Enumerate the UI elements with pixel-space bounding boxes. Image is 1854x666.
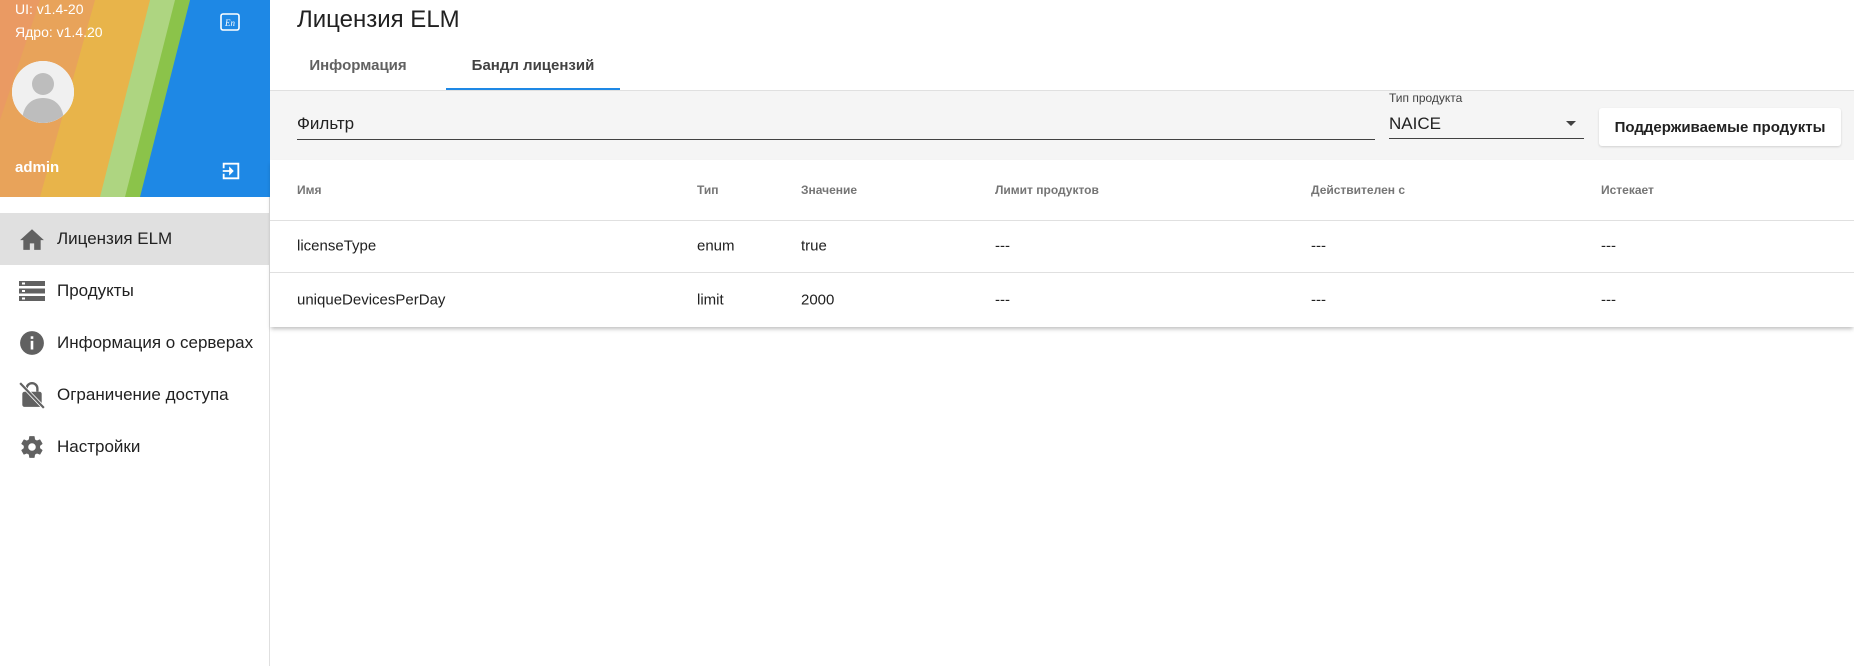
cell-type: enum	[697, 237, 735, 255]
core-version: Ядро: v1.4.20	[15, 24, 103, 40]
user-avatar-icon	[12, 61, 74, 123]
sidebar-item-label: Продукты	[57, 281, 134, 300]
language-button[interactable]: En	[219, 11, 241, 33]
table-row[interactable]: licenseType enum true --- --- ---	[270, 220, 1854, 273]
cell-value: 2000	[801, 291, 835, 308]
main-content: Лицензия ELM Информация Бандл лицензий Т…	[270, 0, 1854, 666]
logout-button[interactable]	[218, 158, 244, 184]
cell-expires: ---	[1601, 237, 1616, 255]
cell-expires: ---	[1601, 291, 1616, 308]
column-header-expires[interactable]: Истекает	[1601, 183, 1654, 197]
gear-icon	[18, 433, 46, 461]
sidebar-item-label: Информация о серверах	[57, 333, 254, 352]
dropdown-arrow-icon	[1566, 121, 1576, 126]
sidebar: UI: v1.4-20 Ядро: v1.4.20 En admin Лицен…	[0, 0, 270, 666]
sidebar-item-label: Лицензия ELM	[57, 229, 173, 248]
cell-type: limit	[697, 291, 724, 308]
cell-name: licenseType	[297, 237, 377, 255]
tab-license-bundle[interactable]: Бандл лицензий	[446, 42, 620, 90]
home-icon	[18, 225, 46, 253]
filter-bar: Тип продукта NAICE Поддерживаемые продук…	[270, 90, 1854, 161]
cell-name: uniqueDevicesPerDay	[297, 291, 446, 308]
column-header-value[interactable]: Значение	[801, 183, 857, 197]
cell-valid-from: ---	[1311, 291, 1326, 308]
list-icon	[18, 277, 46, 305]
cell-value: true	[801, 237, 827, 255]
table-header-row: Имя Тип Значение Лимит продуктов Действи…	[270, 160, 1854, 221]
page-title: Лицензия ELM	[297, 6, 460, 33]
cell-valid-from: ---	[1311, 237, 1326, 255]
language-icon-text: En	[224, 18, 235, 28]
info-icon	[18, 329, 46, 357]
sidebar-nav: Лицензия ELM Продукты Информация о серве…	[0, 213, 269, 473]
cell-product-limit: ---	[995, 291, 1010, 308]
profile-header: UI: v1.4-20 Ядро: v1.4.20 En admin	[0, 0, 270, 197]
sidebar-item-access-restriction[interactable]: Ограничение доступа	[0, 369, 269, 421]
supported-products-button[interactable]: Поддерживаемые продукты	[1599, 108, 1841, 146]
lock-off-icon	[18, 381, 46, 409]
product-type-label: Тип продукта	[1389, 91, 1463, 105]
sidebar-item-label: Настройки	[57, 437, 141, 456]
sidebar-item-products[interactable]: Продукты	[0, 265, 269, 317]
sidebar-item-label: Ограничение доступа	[57, 385, 229, 404]
column-header-name[interactable]: Имя	[297, 183, 322, 197]
filter-input[interactable]	[297, 109, 1375, 140]
ui-version: UI: v1.4-20	[15, 1, 84, 17]
logout-icon	[222, 162, 240, 180]
product-type-value: NAICE	[1389, 114, 1441, 133]
username: admin	[15, 159, 60, 176]
sidebar-item-server-info[interactable]: Информация о серверах	[0, 317, 269, 369]
column-header-product-limit[interactable]: Лимит продуктов	[995, 183, 1099, 197]
column-header-type[interactable]: Тип	[697, 183, 719, 197]
tab-bar: Информация Бандл лицензий	[270, 42, 620, 90]
tab-info[interactable]: Информация	[270, 42, 446, 88]
sidebar-item-license-elm[interactable]: Лицензия ELM	[0, 213, 269, 265]
table-row[interactable]: uniqueDevicesPerDay limit 2000 --- --- -…	[270, 273, 1854, 326]
column-header-valid-from[interactable]: Действителен с	[1311, 183, 1405, 197]
product-type-select[interactable]: NAICE	[1389, 108, 1584, 139]
license-table: Имя Тип Значение Лимит продуктов Действи…	[270, 160, 1854, 327]
language-icon: En	[220, 13, 240, 31]
sidebar-item-settings[interactable]: Настройки	[0, 421, 269, 473]
cell-product-limit: ---	[995, 237, 1010, 255]
avatar	[12, 61, 74, 123]
